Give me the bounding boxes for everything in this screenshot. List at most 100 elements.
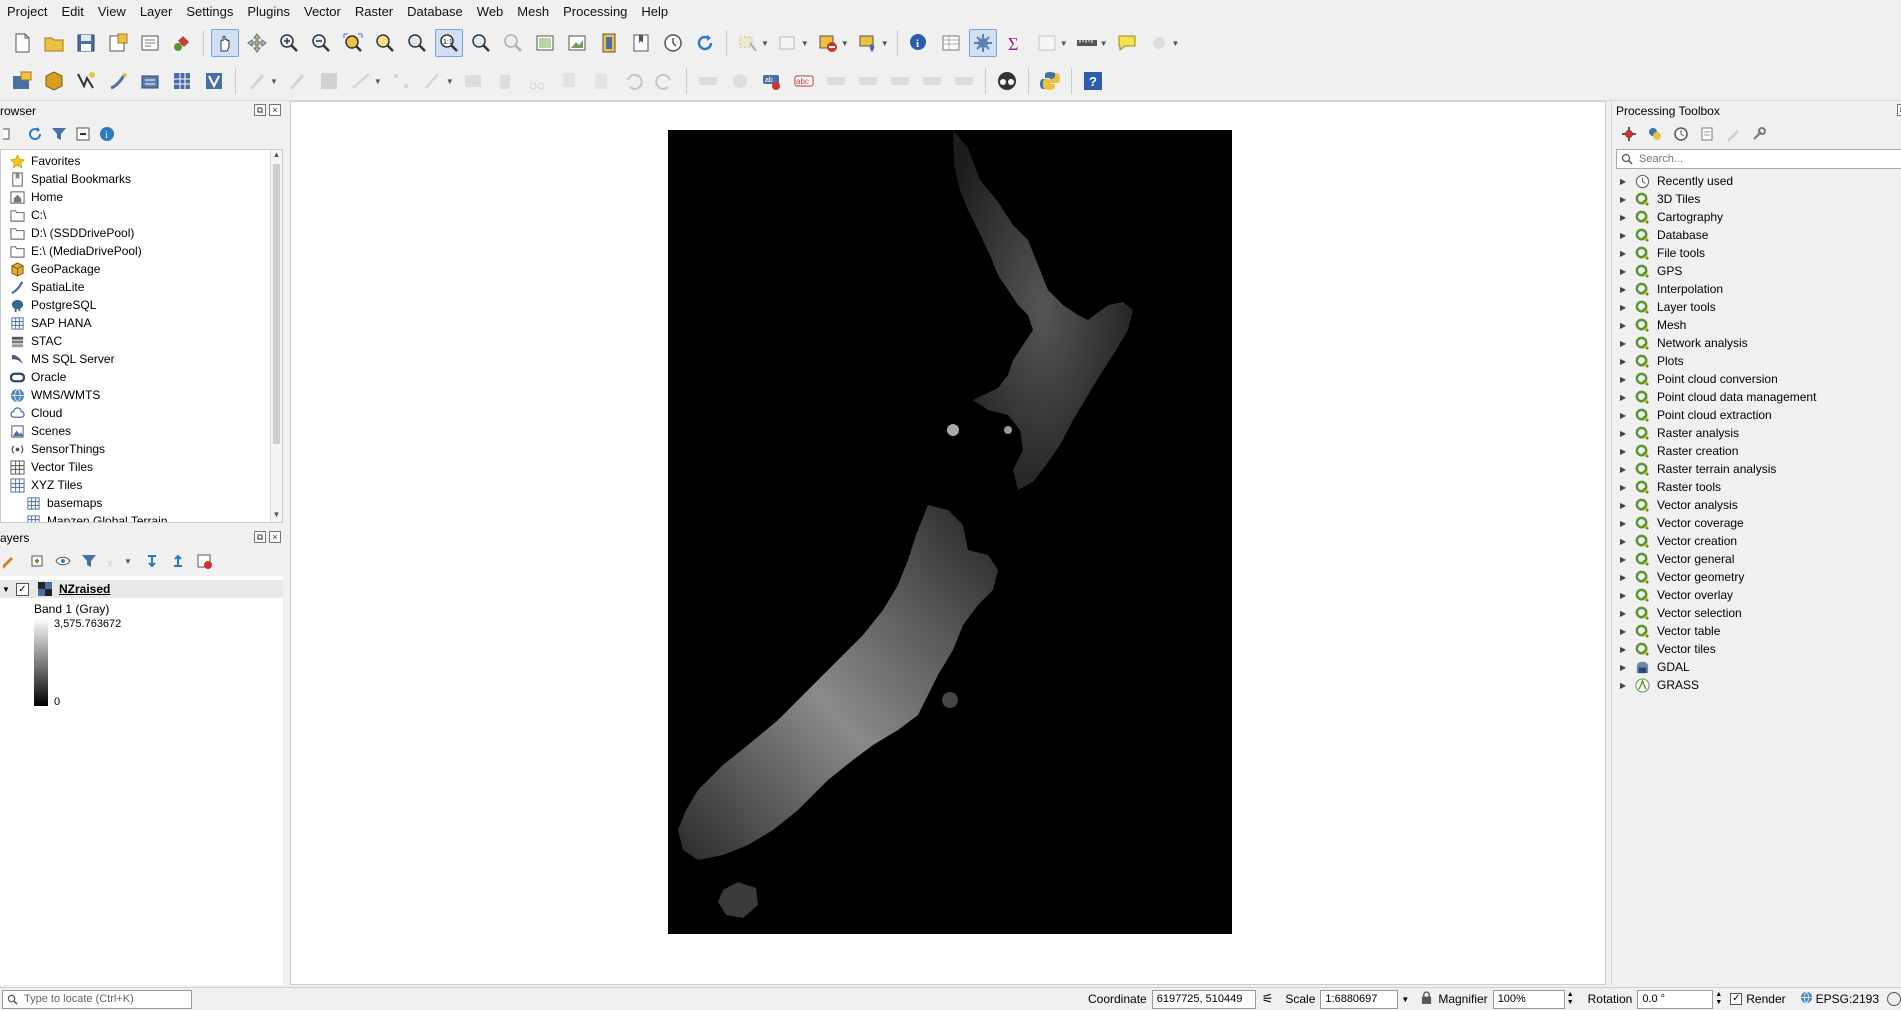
new-shapefile-layer-icon[interactable] xyxy=(72,67,100,95)
browser-item[interactable]: Home xyxy=(9,188,282,206)
menu-project[interactable]: Project xyxy=(0,0,54,24)
new-3d-map-view-icon[interactable] xyxy=(563,29,591,57)
new-memory-layer-icon[interactable] xyxy=(168,67,196,95)
spatial-bookmark-icon[interactable] xyxy=(627,29,655,57)
browser-item[interactable]: SpatiaLite xyxy=(9,278,282,296)
select-location-icon[interactable] xyxy=(854,29,882,57)
expand-arrow-icon[interactable]: ▶ xyxy=(1620,663,1632,672)
layer-visibility-checkbox[interactable]: ✓ xyxy=(16,582,29,596)
zoom-out-icon[interactable] xyxy=(307,29,335,57)
expand-arrow-icon[interactable]: ▶ xyxy=(1620,537,1632,546)
expand-arrow-icon[interactable]: ▶ xyxy=(1620,519,1632,528)
toolbox-group[interactable]: ▶ Raster analysis xyxy=(1612,424,1901,442)
menu-help[interactable]: Help xyxy=(634,0,675,24)
zoom-next-icon[interactable] xyxy=(499,29,527,57)
scale-field[interactable]: 1:6880697 xyxy=(1320,989,1399,1009)
refresh-icon[interactable] xyxy=(691,29,719,57)
menu-layer[interactable]: Layer xyxy=(133,0,180,24)
plugin-binoculars-icon[interactable] xyxy=(993,67,1021,95)
toolbox-group[interactable]: ▶ Raster creation xyxy=(1612,442,1901,460)
scroll-up-arrow[interactable]: ▲ xyxy=(271,150,282,162)
toolbox-group[interactable]: ▶ Raster tools xyxy=(1612,478,1901,496)
move-label-icon[interactable] xyxy=(886,67,914,95)
browser-item[interactable]: basemaps xyxy=(9,494,282,512)
browser-item[interactable]: Favorites xyxy=(9,152,282,170)
toolbox-group[interactable]: ▶ Plots xyxy=(1612,352,1901,370)
menu-edit[interactable]: Edit xyxy=(54,0,90,24)
toolbox-group[interactable]: ▶ Mesh xyxy=(1612,316,1901,334)
browser-item[interactable]: Oracle xyxy=(9,368,282,386)
temporal-clock-icon[interactable] xyxy=(659,29,687,57)
expand-arrow-icon[interactable]: ▶ xyxy=(1620,249,1632,258)
browser-scrollbar[interactable]: ▲ ▼ xyxy=(270,150,282,522)
manage-visibility-icon[interactable] xyxy=(54,552,72,570)
chevron-down-icon[interactable]: ▼ xyxy=(374,77,382,86)
models-icon[interactable] xyxy=(1620,125,1638,143)
toolbox-group[interactable]: ▶ Vector overlay xyxy=(1612,586,1901,604)
browser-item[interactable]: XYZ Tiles xyxy=(9,476,282,494)
expand-arrow-icon[interactable]: ▶ xyxy=(1620,429,1632,438)
browser-item[interactable]: STAC xyxy=(9,332,282,350)
pan-to-selection-icon[interactable] xyxy=(243,29,271,57)
new-map-view-icon[interactable] xyxy=(531,29,559,57)
toolbox-group[interactable]: ▶ File tools xyxy=(1612,244,1901,262)
expand-arrow-icon[interactable]: ▶ xyxy=(1620,483,1632,492)
cut-features-icon[interactable] xyxy=(523,67,551,95)
decorations-icon[interactable] xyxy=(1145,29,1173,57)
select-features-icon[interactable] xyxy=(734,29,762,57)
options-icon[interactable] xyxy=(1750,125,1768,143)
chevron-down-icon[interactable]: ▼ xyxy=(124,557,132,566)
expand-arrow-icon[interactable]: ▶ xyxy=(1620,645,1632,654)
layer-row[interactable]: ▼ ✓ NZraised xyxy=(0,580,283,598)
expand-arrow-icon[interactable]: ▶ xyxy=(1620,465,1632,474)
expand-arrow-icon[interactable]: ▶ xyxy=(1620,447,1632,456)
expand-arrow-icon[interactable]: ▶ xyxy=(1620,285,1632,294)
messages-icon[interactable] xyxy=(1887,992,1901,1006)
collapse-arrow-icon[interactable]: ▼ xyxy=(2,585,12,594)
scripts-icon[interactable] xyxy=(1646,125,1664,143)
expand-arrow-icon[interactable]: ▶ xyxy=(1620,411,1632,420)
copy-features-icon[interactable] xyxy=(555,67,583,95)
expand-arrow-icon[interactable]: ▶ xyxy=(1620,231,1632,240)
toolbox-search-input[interactable]: Search... xyxy=(1616,149,1901,169)
lock-scale-icon[interactable] xyxy=(1421,991,1432,1007)
new-project-icon[interactable] xyxy=(8,29,36,57)
expand-arrow-icon[interactable]: ▶ xyxy=(1620,177,1632,186)
expand-arrow-icon[interactable]: ▶ xyxy=(1620,591,1632,600)
toolbox-group[interactable]: ▶ Layer tools xyxy=(1612,298,1901,316)
browser-item[interactable]: Vector Tiles xyxy=(9,458,282,476)
coordinate-field[interactable]: 6197725, 510449 xyxy=(1151,989,1256,1009)
modify-attributes-icon[interactable] xyxy=(419,67,447,95)
chevron-down-icon[interactable]: ▼ xyxy=(270,77,278,86)
close-panel-icon[interactable]: × xyxy=(269,104,281,116)
collapse-all-icon[interactable] xyxy=(74,125,92,143)
toolbox-group[interactable]: ▶ Vector tiles xyxy=(1612,640,1901,658)
measure-line-icon[interactable] xyxy=(1073,29,1101,57)
layout-manager-icon[interactable] xyxy=(136,29,164,57)
close-panel-icon[interactable]: × xyxy=(269,531,281,543)
expand-arrow-icon[interactable]: ▶ xyxy=(1620,573,1632,582)
expand-arrow-icon[interactable]: ▶ xyxy=(1620,267,1632,276)
toolbox-group[interactable]: ▶ Cartography xyxy=(1612,208,1901,226)
browser-item[interactable]: PostgreSQL xyxy=(9,296,282,314)
expand-arrow-icon[interactable]: ▶ xyxy=(1620,213,1632,222)
menu-vector[interactable]: Vector xyxy=(297,0,348,24)
zoom-full-icon[interactable] xyxy=(339,29,367,57)
expand-arrow-icon[interactable]: ▶ xyxy=(1620,393,1632,402)
new-spatialite-layer-icon[interactable] xyxy=(104,67,132,95)
magnifier-field[interactable]: 100% xyxy=(1492,989,1565,1009)
menu-web[interactable]: Web xyxy=(470,0,511,24)
expand-arrow-icon[interactable]: ▶ xyxy=(1620,609,1632,618)
locator-bar[interactable]: Type to locate (Ctrl+K) xyxy=(2,989,192,1009)
coordinate-toggle-icon[interactable]: ⚟ xyxy=(1262,991,1274,1007)
chevron-down-icon[interactable]: ▼ xyxy=(761,39,769,48)
delete-selected-icon[interactable] xyxy=(491,67,519,95)
add-group-icon[interactable] xyxy=(28,552,46,570)
browser-item[interactable]: Scenes xyxy=(9,422,282,440)
paste-features-icon[interactable] xyxy=(587,67,615,95)
browser-item[interactable]: SAP HANA xyxy=(9,314,282,332)
current-edits-icon[interactable] xyxy=(243,67,271,95)
attribute-table-icon[interactable] xyxy=(1033,29,1061,57)
browser-item[interactable]: SensorThings xyxy=(9,440,282,458)
toolbox-group[interactable]: ▶ Database xyxy=(1612,226,1901,244)
